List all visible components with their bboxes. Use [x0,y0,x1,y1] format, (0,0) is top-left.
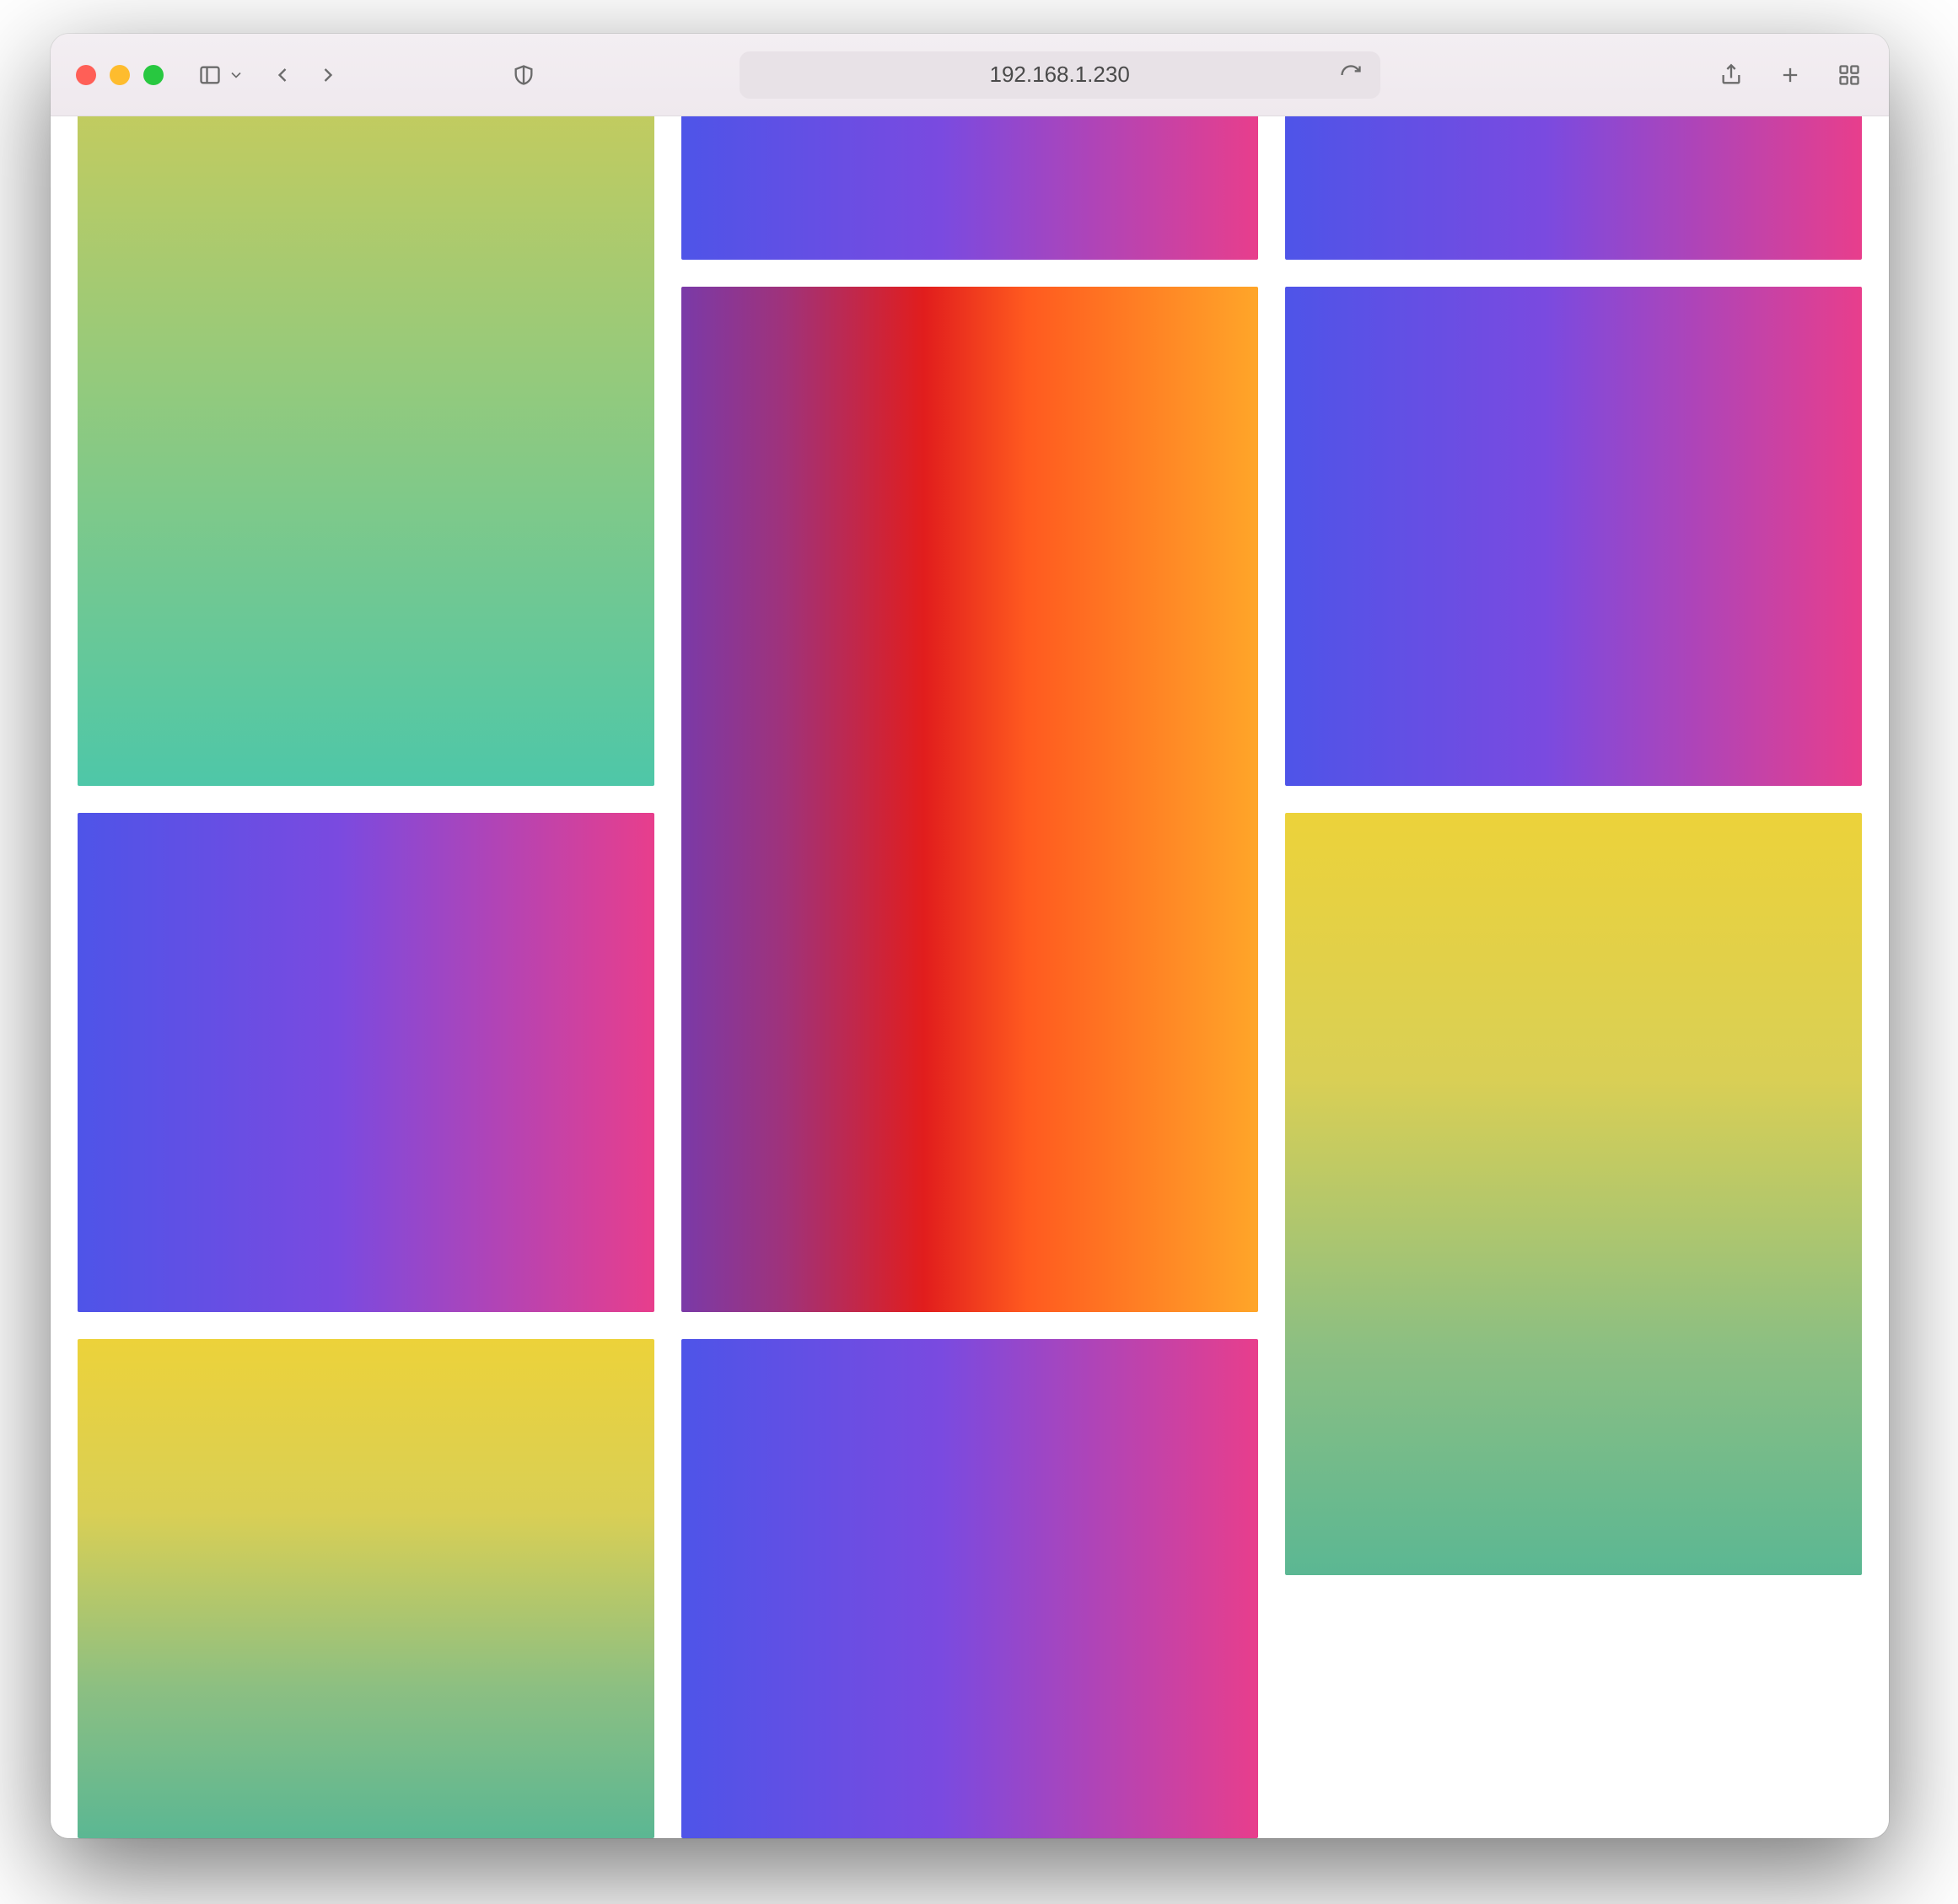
gradient-tile[interactable] [1285,813,1862,1575]
gradient-tile[interactable] [681,1339,1258,1838]
gradient-tile[interactable] [78,813,654,1312]
gradient-tile[interactable] [681,287,1258,1312]
page-viewport [51,116,1889,1838]
tab-overview-icon[interactable] [1835,61,1864,89]
gradient-grid [51,116,1889,1838]
forward-button[interactable] [314,61,342,89]
privacy-shield-icon[interactable] [509,61,538,89]
reload-icon[interactable] [1337,61,1365,89]
share-icon[interactable] [1717,61,1746,89]
gradient-tile[interactable] [1285,287,1862,786]
back-button[interactable] [268,61,297,89]
window-minimize-button[interactable] [110,65,130,85]
window-close-button[interactable] [76,65,96,85]
chevron-down-icon[interactable] [228,61,245,89]
browser-toolbar: 192.168.1.230 [51,34,1889,116]
window-maximize-button[interactable] [143,65,164,85]
gradient-tile[interactable] [1285,116,1862,260]
gradient-tile[interactable] [78,1339,654,1838]
address-text: 192.168.1.230 [990,62,1130,88]
address-bar[interactable]: 192.168.1.230 [740,51,1380,99]
sidebar-toggle-icon[interactable] [196,61,224,89]
browser-window: 192.168.1.230 [51,34,1889,1838]
window-controls [76,65,164,85]
gradient-tile[interactable] [78,116,654,786]
new-tab-icon[interactable] [1776,61,1805,89]
gradient-tile[interactable] [681,116,1258,260]
